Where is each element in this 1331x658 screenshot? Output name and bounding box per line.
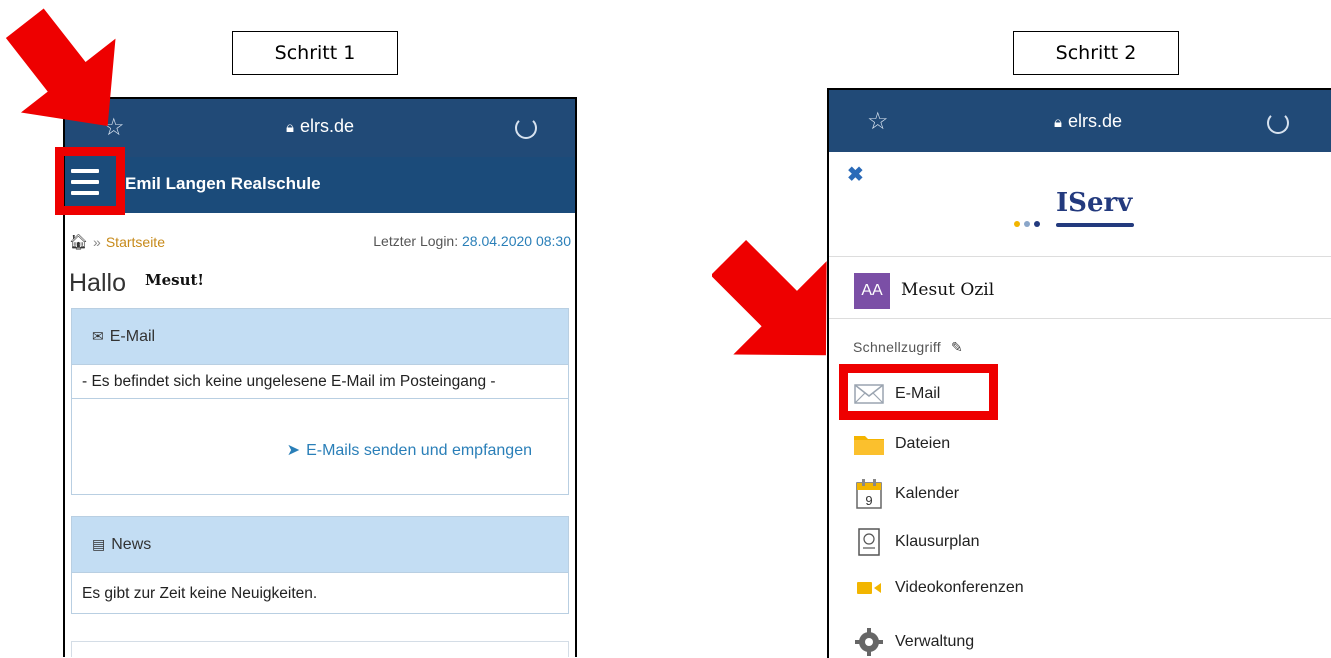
breadcrumb: 🏠︎ » Startseite <box>69 233 165 251</box>
last-login-value: 28.04.2020 08:30 <box>462 233 571 249</box>
url-text: elrs.de <box>299 116 354 136</box>
hamburger-highlight <box>55 147 125 215</box>
step-1-arrow <box>5 8 116 127</box>
step-2-label: Schritt 2 <box>1013 31 1179 75</box>
email-panel: ✉ E-Mail - Es befindet sich keine ungele… <box>71 308 569 495</box>
news-panel-message: Es gibt zur Zeit keine Neuigkeiten. <box>72 572 568 613</box>
menu-item-verwaltung[interactable]: Verwaltung <box>853 628 974 656</box>
email-menu-highlight <box>839 364 998 420</box>
logo-dot-light <box>1024 221 1030 227</box>
menu-item-videokonferenzen[interactable]: Videokonferenzen <box>853 579 1024 597</box>
news-icon: ▤ <box>92 536 106 552</box>
menu-item-label: Klausurplan <box>895 533 980 550</box>
menu-item-label: Videokonferenzen <box>895 579 1024 596</box>
pencil-icon[interactable]: ✎ <box>951 339 963 355</box>
close-icon[interactable]: ✖ <box>847 162 864 187</box>
user-name-overlay: Mesut! <box>133 262 333 296</box>
news-panel-header[interactable]: ▤ News <box>72 517 568 572</box>
step-1-text: Schritt 1 <box>274 42 356 64</box>
url-field-right[interactable]: 🔒︎ elrs.de <box>829 111 1331 132</box>
next-panel-edge <box>71 641 569 657</box>
lock-icon: 🔒︎ <box>1053 114 1062 131</box>
last-login-label: Letzter Login: <box>373 233 459 249</box>
send-emails-label: E-Mails senden und empfangen <box>306 442 532 459</box>
step-2-arrow <box>712 239 827 356</box>
gear-icon <box>853 628 885 656</box>
send-emails-link[interactable]: ➤ E-Mails senden und empfangen <box>287 440 532 460</box>
url-text-right: elrs.de <box>1067 111 1122 131</box>
menu-item-kalender[interactable]: 9 Kalender <box>853 479 959 509</box>
iserv-logo: IServ <box>1014 188 1134 236</box>
last-login: Letzter Login: 28.04.2020 08:30 <box>373 233 571 249</box>
greeting: Hallo <box>69 269 126 297</box>
school-title: Emil Langen Realschule <box>125 174 321 193</box>
calendar-day-text: 9 <box>865 493 872 508</box>
reload-icon[interactable] <box>515 117 537 139</box>
email-panel-actions: ➤ E-Mails senden und empfangen <box>72 398 568 495</box>
browser-bar: ☆ 🔒︎ elrs.de <box>65 99 575 157</box>
user-name[interactable]: Mesut Ozil <box>901 280 994 300</box>
video-icon <box>853 580 885 596</box>
menu-item-klausurplan[interactable]: Klausurplan <box>853 528 980 556</box>
browser-bar-right: ☆ 🔒︎ elrs.de <box>829 90 1331 152</box>
menu-item-label: Dateien <box>895 435 951 452</box>
email-panel-header[interactable]: ✉ E-Mail <box>72 309 568 364</box>
menu-item-label: Verwaltung <box>895 633 975 650</box>
paper-plane-icon: ➤ <box>286 442 301 459</box>
logo-dot-yellow <box>1014 221 1020 227</box>
avatar[interactable]: AA <box>854 273 890 309</box>
email-panel-title: E-Mail <box>109 327 156 345</box>
calendar-icon: 9 <box>853 479 885 509</box>
news-panel: ▤ News Es gibt zur Zeit keine Neuigkeite… <box>71 516 569 614</box>
logo-underline <box>1056 223 1134 227</box>
lock-icon: 🔒︎ <box>285 119 294 136</box>
email-panel-message: - Es befindet sich keine ungelesene E-Ma… <box>72 364 568 398</box>
quick-access-label: Schnellzugriff <box>853 339 941 355</box>
reload-icon[interactable] <box>1267 112 1289 134</box>
news-panel-title: News <box>111 535 152 553</box>
step-2-text: Schritt 2 <box>1055 42 1137 64</box>
quick-access-heading: Schnellzugriff ✎ <box>853 339 963 356</box>
url-field[interactable]: 🔒︎ elrs.de <box>65 116 575 137</box>
folder-icon <box>853 432 885 456</box>
exam-plan-icon <box>853 528 885 556</box>
left-phone-screenshot: ☆ 🔒︎ elrs.de Emil Langen Realschule 🏠︎» St… <box>63 97 577 657</box>
divider-top <box>829 256 1331 257</box>
logo-text: IServ <box>1056 188 1133 218</box>
breadcrumb-separator: » <box>93 234 101 250</box>
menu-item-label: Kalender <box>895 485 960 502</box>
school-header: Emil Langen Realschule <box>65 157 575 213</box>
breadcrumb-startseite[interactable]: Startseite <box>106 234 165 250</box>
home-icon[interactable]: 🏠︎ <box>69 234 88 251</box>
envelope-icon: ✉ <box>92 328 104 344</box>
menu-item-dateien[interactable]: Dateien <box>853 432 950 456</box>
step-1-label: Schritt 1 <box>232 31 398 75</box>
divider-user <box>829 318 1331 319</box>
logo-dot-dark <box>1034 221 1040 227</box>
